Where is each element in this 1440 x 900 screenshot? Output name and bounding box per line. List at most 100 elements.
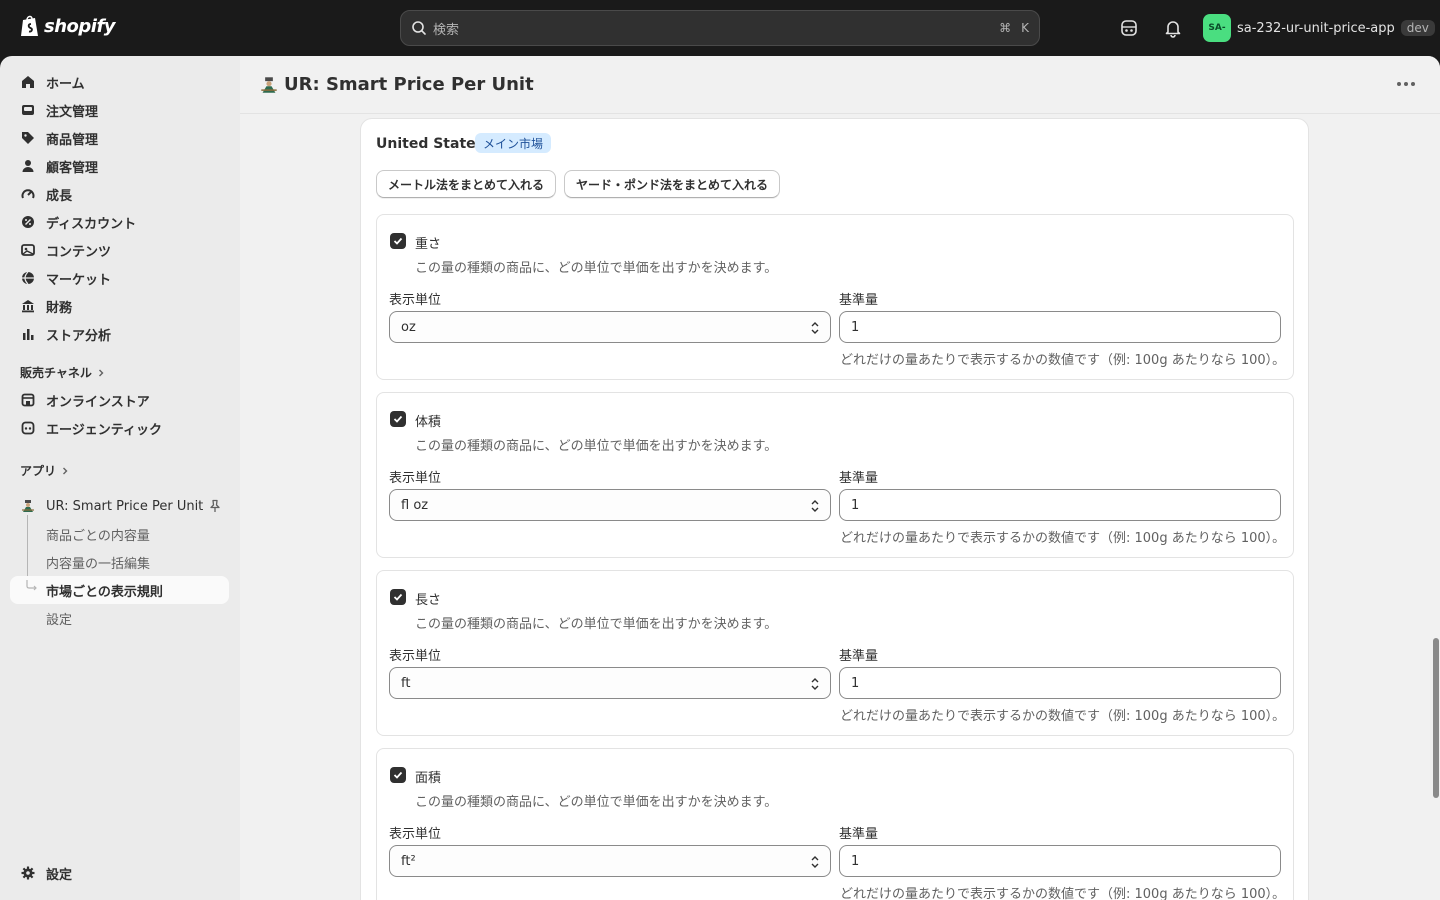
sidebar-subitem-label: 市場ごとの表示規則 — [46, 584, 163, 600]
inbox-icon — [20, 102, 36, 118]
bell-icon[interactable] — [1163, 18, 1183, 38]
unit-select[interactable]: oz — [389, 311, 831, 343]
length-checkbox[interactable] — [390, 589, 406, 605]
group-description: この量の種類の商品に、どの単位で単価を出すかを決めます。 — [415, 795, 778, 810]
base-label: 基準量 — [839, 471, 879, 486]
unit-label: 表示単位 — [389, 827, 442, 842]
help-text: どれだけの量あたりで表示するかの数値です（例: 100g あたりなら 100）。 — [840, 531, 1286, 546]
sidebar-subitem-market-rules[interactable]: 市場ごとの表示規則 — [10, 576, 229, 604]
sidebar-item-label: コンテンツ — [46, 244, 112, 260]
metric-bulk-button[interactable]: メートル法をまとめて入れる — [376, 170, 556, 198]
sidebar-item-content[interactable]: コンテンツ — [10, 236, 229, 264]
logo-text: shopify — [44, 15, 116, 37]
app-icon — [20, 498, 36, 514]
base-label: 基準量 — [839, 827, 879, 842]
unit-group-weight: 重さ この量の種類の商品に、どの単位で単価を出すかを決めます。 表示単位 基準量… — [376, 214, 1294, 380]
more-actions-button[interactable] — [1395, 76, 1417, 92]
store-switcher[interactable]: SA- sa-232-ur-unit-price-app dev — [1203, 14, 1435, 42]
sidebar-item-label: 財務 — [46, 300, 73, 316]
imperial-bulk-button[interactable]: ヤード・ポンド法をまとめて入れる — [564, 170, 780, 198]
globe-icon — [20, 270, 36, 286]
sidebar-item-growth[interactable]: 成長 — [10, 180, 229, 208]
sidebar-item-agentic[interactable]: エージェンティック — [10, 414, 229, 442]
sidebar-item-products[interactable]: 商品管理 — [10, 124, 229, 152]
sidebar-item-analytics[interactable]: ストア分析 — [10, 320, 229, 348]
store-avatar: SA- — [1203, 14, 1231, 42]
sidebar-item-label: UR: Smart Price Per Unit — [46, 498, 204, 514]
market-card: United States メイン市場 メートル法をまとめて入れる ヤード・ポン… — [360, 118, 1309, 900]
sidebar-item-app[interactable]: UR: Smart Price Per Unit — [10, 492, 229, 520]
help-text: どれだけの量あたりで表示するかの数値です（例: 100g あたりなら 100）。 — [840, 709, 1286, 724]
unit-select-value: oz — [401, 319, 416, 335]
sidebar-item-markets[interactable]: マーケット — [10, 264, 229, 292]
base-quantity-input[interactable]: 1 — [839, 845, 1281, 877]
sidebar-item-label: 注文管理 — [46, 104, 99, 120]
scrollbar[interactable] — [1433, 638, 1439, 798]
group-description: この量の種類の商品に、どの単位で単価を出すかを決めます。 — [415, 261, 778, 276]
home-icon — [20, 74, 36, 90]
shortcut-key: K — [1021, 21, 1029, 35]
unit-select[interactable]: ft² — [389, 845, 831, 877]
shopify-logo[interactable]: shopify — [20, 14, 116, 38]
unit-select[interactable]: ft — [389, 667, 831, 699]
tag-icon — [20, 130, 36, 146]
sidebar-item-label: 設定 — [46, 867, 73, 883]
select-chevron-icon — [811, 678, 819, 690]
sidekick-icon[interactable] — [1119, 18, 1139, 38]
dev-badge: dev — [1400, 20, 1435, 36]
sidebar-item-home[interactable]: ホーム — [10, 68, 229, 96]
shortcut-cmd: ⌘ — [999, 21, 1012, 35]
base-quantity-input[interactable]: 1 — [839, 489, 1281, 521]
sidebar-subitem-bulk-edit[interactable]: 内容量の一括編集 — [10, 548, 229, 576]
chevron-right-icon — [63, 467, 68, 474]
help-text: どれだけの量あたりで表示するかの数値です（例: 100g あたりなら 100）。 — [840, 353, 1286, 368]
sidebar-item-label: 商品管理 — [46, 132, 99, 148]
sidebar-item-discounts[interactable]: ディスカウント — [10, 208, 229, 236]
chevron-right-icon — [98, 369, 104, 376]
select-chevron-icon — [811, 322, 819, 334]
sidebar-item-online-store[interactable]: オンラインストア — [10, 386, 229, 414]
sidebar-item-label: ホーム — [46, 76, 85, 92]
sidebar-item-customers[interactable]: 顧客管理 — [10, 152, 229, 180]
gear-icon — [20, 865, 36, 881]
sidebar-item-settings[interactable]: 設定 — [10, 859, 229, 887]
primary-market-badge: メイン市場 — [475, 133, 552, 153]
weight-checkbox[interactable] — [390, 233, 406, 249]
sidebar-subitem-settings[interactable]: 設定 — [10, 604, 229, 632]
pin-icon[interactable] — [208, 499, 222, 513]
chart-bar-icon — [20, 326, 36, 342]
volume-checkbox[interactable] — [390, 411, 406, 427]
store-icon — [20, 392, 36, 408]
base-quantity-input[interactable]: 1 — [839, 667, 1281, 699]
sidebar-item-label: エージェンティック — [46, 422, 162, 438]
unit-select[interactable]: fl oz — [389, 489, 831, 521]
sales-channels-header[interactable]: 販売チャネル — [20, 364, 106, 381]
unit-label: 表示単位 — [389, 293, 442, 308]
search-bar[interactable]: 検索 ⌘ K — [400, 10, 1040, 46]
sidebar-subitem-product-quantity[interactable]: 商品ごとの内容量 — [10, 520, 229, 548]
check-icon — [393, 415, 403, 423]
unit-select-value: fl oz — [401, 497, 429, 513]
unit-group-length: 長さ この量の種類の商品に、どの単位で単価を出すかを決めます。 表示単位 基準量… — [376, 570, 1294, 736]
shopify-bag-icon — [21, 15, 38, 36]
sidebar-item-orders[interactable]: 注文管理 — [10, 96, 229, 124]
sidebar: ホーム 注文管理 商品管理 顧客管理 成長 ディスカウント コンテンツ マーケッ… — [0, 56, 240, 900]
check-icon — [393, 593, 403, 601]
group-label: 面積 — [415, 771, 442, 786]
app-icon — [261, 77, 277, 93]
select-chevron-icon — [811, 856, 819, 868]
group-description: この量の種類の商品に、どの単位で単価を出すかを決めます。 — [415, 617, 778, 632]
apps-header[interactable]: アプリ — [20, 462, 70, 479]
base-quantity-input[interactable]: 1 — [839, 311, 1281, 343]
area-checkbox[interactable] — [390, 767, 406, 783]
unit-label: 表示単位 — [389, 471, 442, 486]
person-icon — [20, 158, 36, 174]
apps-label: アプリ — [20, 464, 57, 478]
top-bar: shopify 検索 ⌘ K SA- sa-232-ur-unit-price-… — [0, 0, 1440, 56]
select-chevron-icon — [811, 500, 819, 512]
main-content: UR: Smart Price Per Unit United States メ… — [240, 56, 1440, 900]
check-icon — [393, 771, 403, 779]
sidebar-item-label: ストア分析 — [46, 328, 112, 344]
sidebar-item-finance[interactable]: 財務 — [10, 292, 229, 320]
dot — [1397, 82, 1401, 86]
